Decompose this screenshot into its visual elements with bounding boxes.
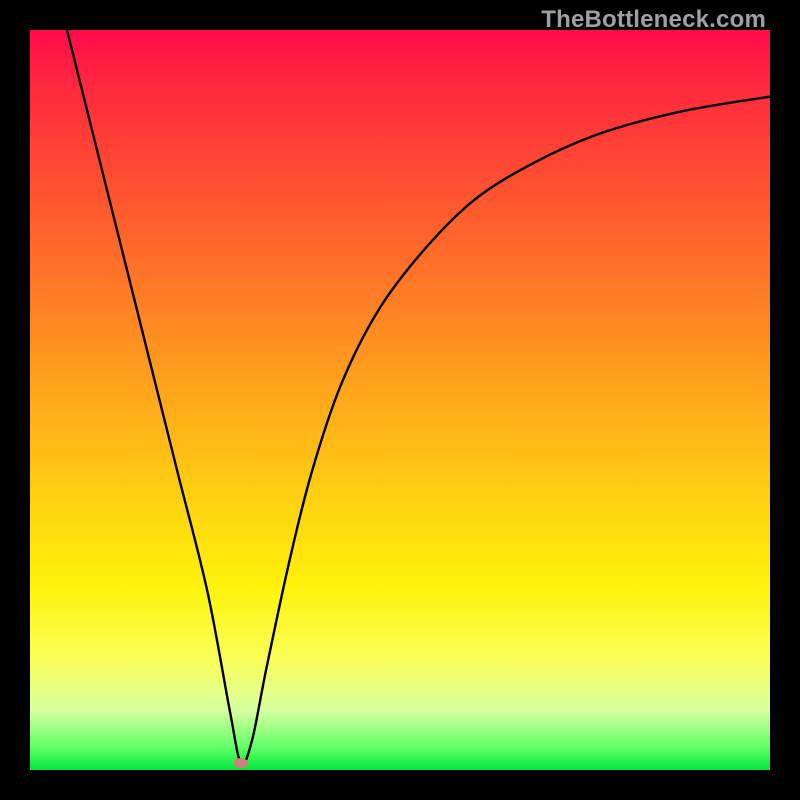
plot-area [30,30,770,770]
curve-svg [30,30,770,770]
chart-container: TheBottleneck.com [0,0,800,800]
bottleneck-curve [67,30,770,764]
watermark-text: TheBottleneck.com [541,6,766,34]
min-marker-icon [234,758,248,768]
